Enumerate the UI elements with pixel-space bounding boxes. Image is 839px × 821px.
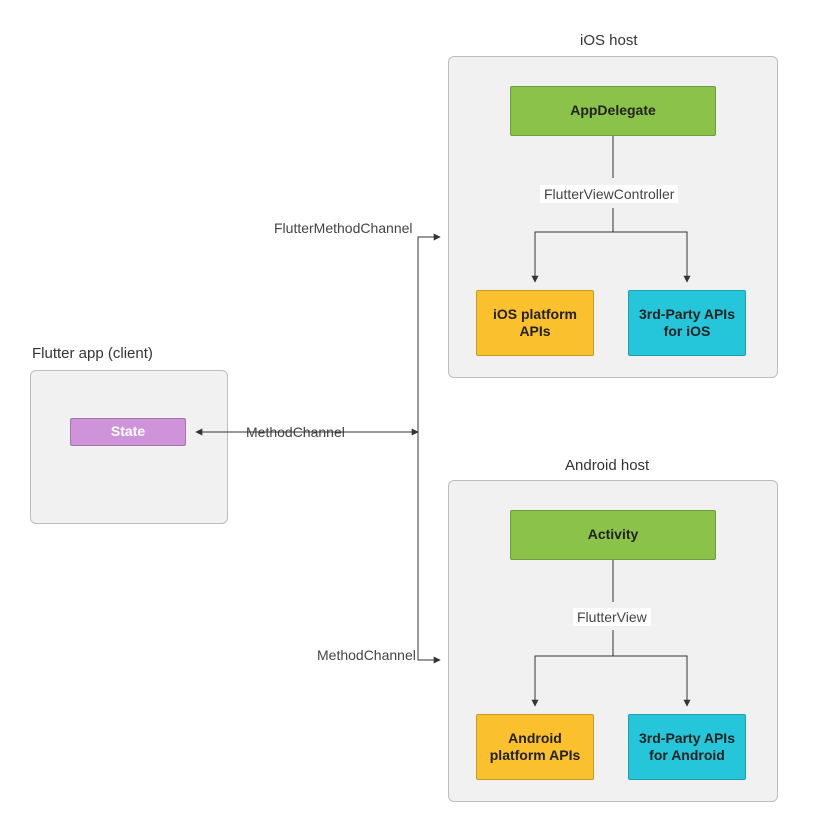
node-ios-third-party: 3rd-Party APIs for iOS [628,290,746,356]
label-method-channel: MethodChannel [242,423,349,441]
container-flutter-client [30,370,228,524]
title-android-host: Android host [565,457,649,474]
node-android-platform-apis: Android platform APIs [476,714,594,780]
node-state: State [70,418,186,446]
title-flutter-client: Flutter app (client) [32,345,153,362]
label-flutter-view: FlutterView [573,608,651,626]
node-ios-platform-apis: iOS platform APIs [476,290,594,356]
label-flutter-view-controller: FlutterViewController [540,185,678,203]
title-ios-host: iOS host [580,32,638,49]
node-android-third-party: 3rd-Party APIs for Android [628,714,746,780]
node-app-delegate: AppDelegate [510,86,716,136]
label-android-method-channel: MethodChannel [313,646,420,664]
label-flutter-method-channel: FlutterMethodChannel [270,219,417,237]
node-activity: Activity [510,510,716,560]
